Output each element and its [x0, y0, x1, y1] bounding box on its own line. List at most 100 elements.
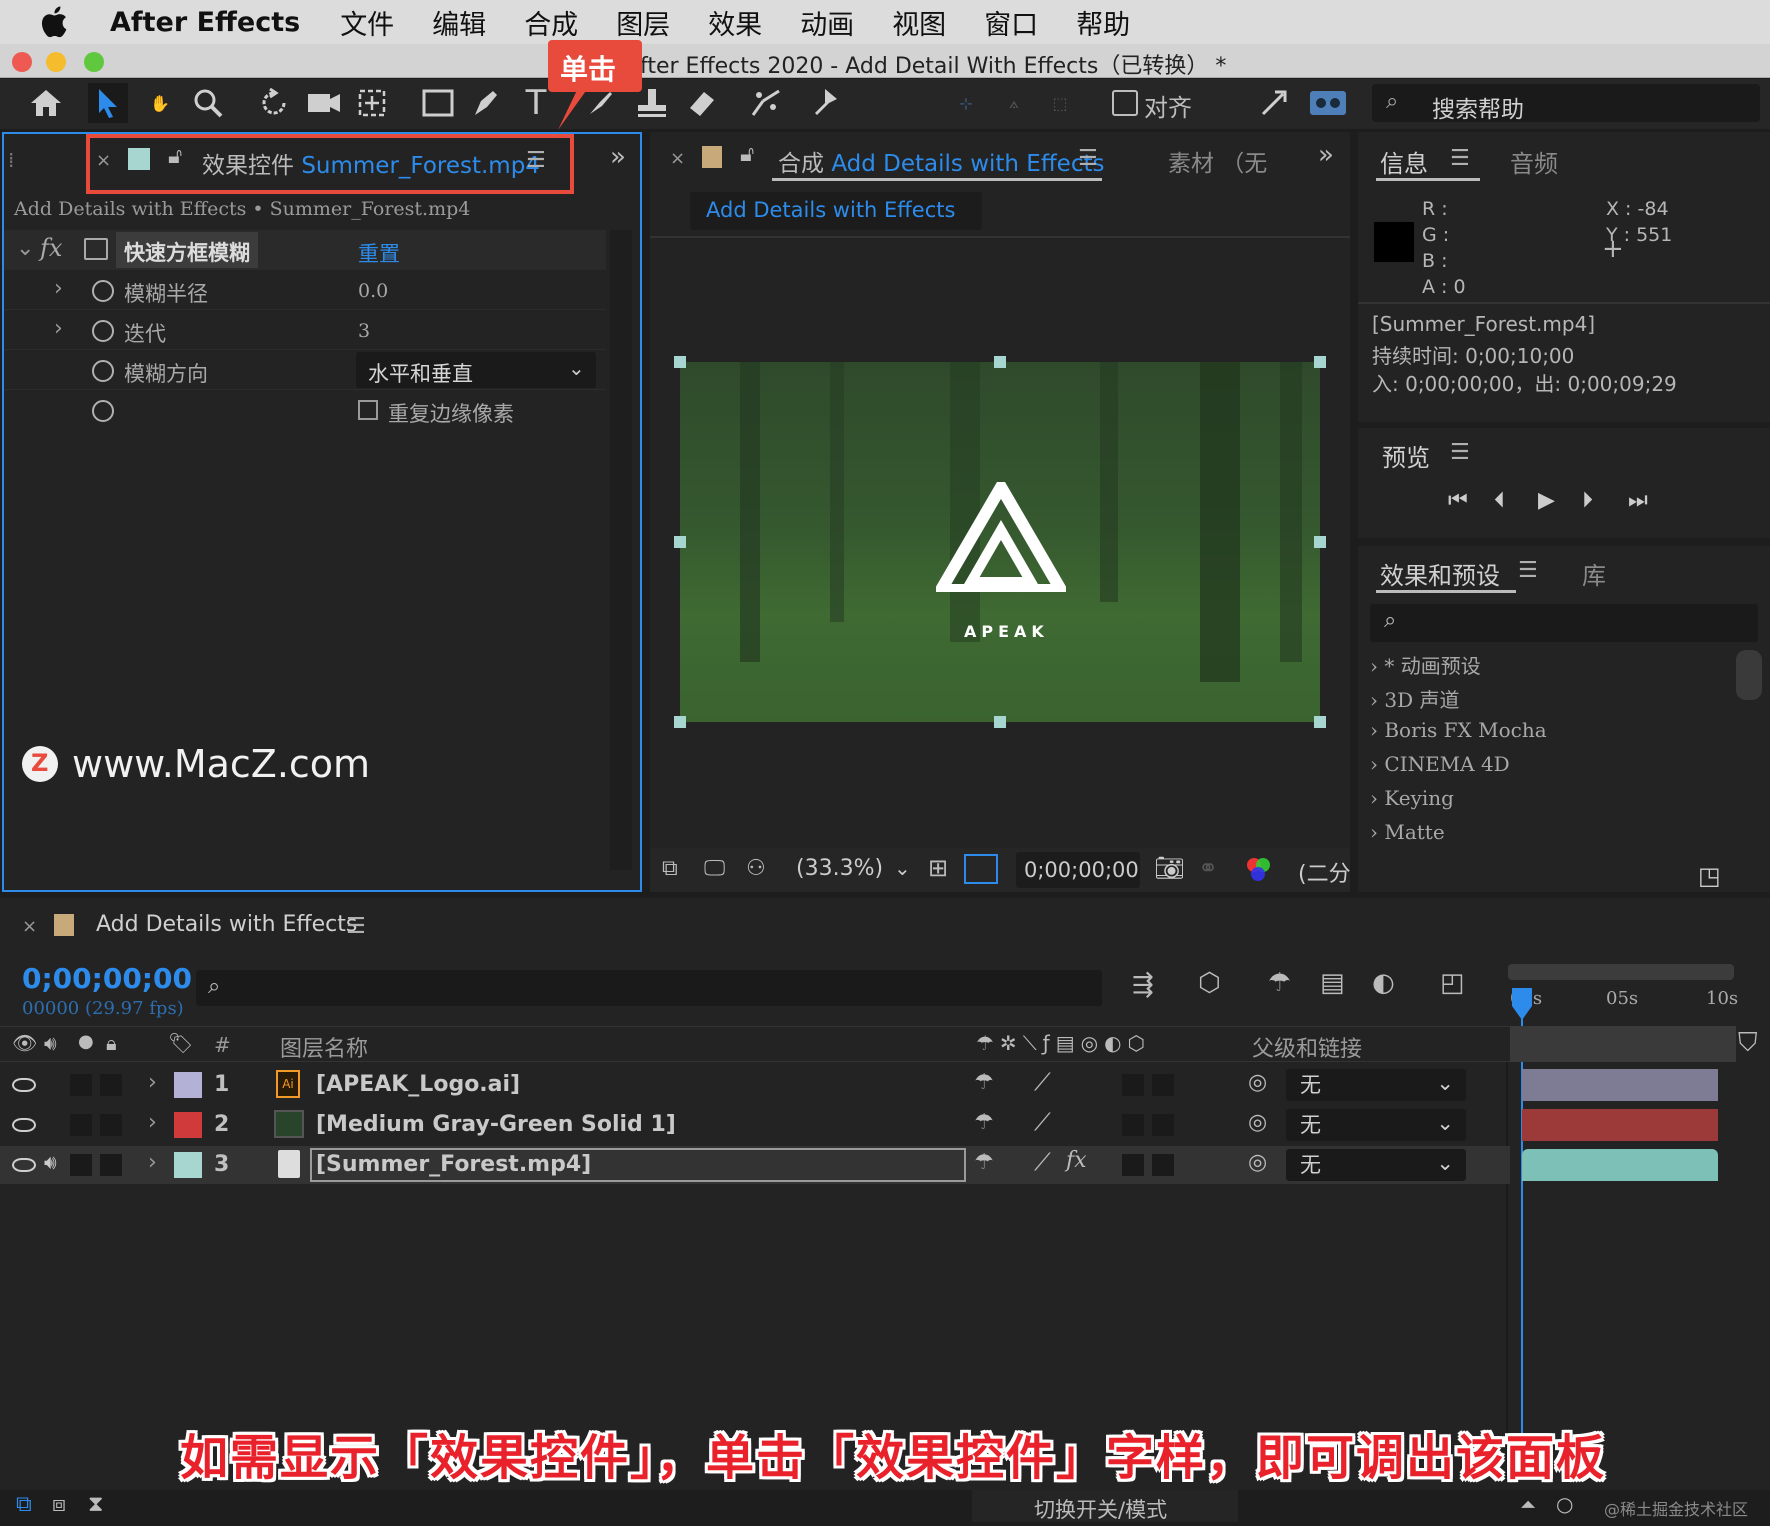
pen-tool-icon[interactable] — [466, 83, 506, 123]
panel-menu-icon[interactable]: ☰ — [1450, 440, 1470, 465]
pickwhip-icon[interactable]: ◎ — [1248, 1150, 1267, 1175]
pickwhip-icon[interactable]: ◎ — [1248, 1110, 1267, 1135]
transform-handle[interactable] — [1314, 356, 1326, 368]
list-item[interactable]: › Boris FX Mocha — [1370, 718, 1547, 742]
search-help-field[interactable]: ⌕ 搜索帮助 — [1372, 84, 1760, 123]
switch-box[interactable] — [1152, 1154, 1174, 1176]
new-folder-icon[interactable]: ◳ — [1698, 862, 1721, 890]
transform-handle[interactable] — [994, 716, 1006, 728]
workspace-icon[interactable] — [1308, 83, 1348, 123]
camera-tool-icon[interactable] — [304, 83, 344, 123]
puppet-pin-tool-icon[interactable] — [806, 83, 846, 123]
menu-edit[interactable]: 编辑 — [432, 3, 486, 42]
expand-panels-icon[interactable]: » — [610, 142, 626, 172]
label-color-swatch[interactable] — [174, 1112, 202, 1138]
comp-marker-bin-icon[interactable]: ⛉ — [1738, 1028, 1758, 1059]
comp-navigator-button[interactable]: Add Details with Effects — [690, 192, 982, 230]
modes-pane-icon[interactable]: ⧈ — [52, 1492, 66, 1517]
eye-icon[interactable] — [12, 1158, 36, 1172]
zoom-out-icon[interactable]: ⏶ — [1520, 1492, 1536, 1516]
align-checkbox[interactable] — [1112, 90, 1138, 116]
shy-layers-icon[interactable]: ☂ — [1268, 968, 1291, 998]
quality-switch-icon[interactable]: ⟋ — [1034, 1108, 1051, 1136]
stopwatch-icon[interactable] — [92, 280, 114, 302]
lock-toggle[interactable] — [100, 1074, 122, 1096]
solo-toggle[interactable] — [70, 1114, 92, 1136]
expand-chevron-icon[interactable]: › — [54, 316, 63, 341]
table-row[interactable]: › 2 [Medium Gray-Green Solid 1] ☂ ⟋ ◎ 无 ⌄ — [0, 1106, 1510, 1144]
panel-menu-icon[interactable]: ☰ — [1518, 558, 1538, 583]
label-color-swatch[interactable] — [174, 1152, 202, 1178]
draft-3d-icon[interactable]: ⬡ — [1198, 968, 1221, 998]
tab-library[interactable]: 库 — [1582, 556, 1606, 591]
expand-chevron-icon[interactable]: › — [148, 1110, 157, 1135]
transform-handle[interactable] — [994, 356, 1006, 368]
lock-icon[interactable]: 🔓︎ — [740, 142, 754, 167]
time-navigator[interactable] — [1510, 1026, 1736, 1062]
close-window-button[interactable] — [12, 52, 32, 72]
list-item[interactable]: › Keying — [1370, 786, 1454, 810]
parent-dropdown[interactable]: 无 ⌄ — [1286, 1149, 1466, 1181]
home-icon[interactable] — [26, 83, 66, 123]
switch-box[interactable] — [1122, 1114, 1144, 1136]
layer-search-input[interactable]: ⌕ — [196, 970, 1102, 1006]
snapping-icon[interactable] — [1254, 83, 1294, 123]
switch-box[interactable] — [1152, 1114, 1174, 1136]
switch-box[interactable] — [1152, 1074, 1174, 1096]
lock-icon[interactable]: 🔒︎ — [106, 1031, 117, 1055]
lock-toggle[interactable] — [100, 1154, 122, 1176]
roto-brush-tool-icon[interactable] — [746, 83, 786, 123]
comp-mini-flowchart-icon[interactable]: ⇶ — [1132, 970, 1154, 1000]
solo-icon[interactable]: ● — [78, 1031, 94, 1052]
zoom-tool-icon[interactable] — [188, 83, 228, 123]
quality-switch-icon[interactable]: ⟋ — [1034, 1068, 1051, 1096]
minimize-window-button[interactable] — [46, 52, 66, 72]
label-tag-icon[interactable]: 🏷︎ — [168, 1031, 193, 1055]
current-time-field[interactable]: 0;00;00;00 — [1016, 852, 1140, 888]
close-tab-icon[interactable]: × — [96, 150, 111, 171]
property-value[interactable]: 0.0 — [358, 280, 388, 302]
transform-handle[interactable] — [1314, 536, 1326, 548]
expand-chevron-icon[interactable]: › — [148, 1150, 157, 1175]
layer-switches-icon[interactable]: ⧉ — [16, 1492, 32, 1517]
play-icon[interactable]: ▶ — [1538, 488, 1555, 513]
quality-switch-icon[interactable]: ⟋ — [1034, 1148, 1051, 1176]
list-item[interactable]: › 3D 声道 — [1370, 684, 1459, 713]
eraser-tool-icon[interactable] — [682, 83, 722, 123]
expand-chevron-icon[interactable]: › — [54, 276, 63, 301]
list-item[interactable]: › CINEMA 4D — [1370, 752, 1510, 776]
color-channels-icon[interactable] — [1244, 856, 1272, 884]
fx-icon[interactable]: fx — [40, 234, 62, 262]
panel-menu-icon[interactable]: ☰ — [1450, 146, 1470, 171]
stopwatch-icon[interactable] — [92, 400, 114, 422]
blur-direction-dropdown[interactable]: 水平和垂直 ⌄ — [356, 352, 596, 388]
solo-toggle[interactable] — [70, 1154, 92, 1176]
list-item[interactable]: › Matte — [1370, 820, 1445, 844]
stopwatch-icon[interactable] — [92, 320, 114, 342]
expand-chevron-icon[interactable]: › — [148, 1070, 157, 1095]
layer-name[interactable]: [Summer_Forest.mp4] — [316, 1152, 591, 1177]
list-item[interactable]: › * 动画预设 — [1370, 650, 1481, 679]
previous-frame-icon[interactable]: ⏴︎ — [1494, 488, 1505, 513]
zoom-level[interactable]: (33.3%) — [796, 856, 883, 881]
zoom-window-button[interactable] — [84, 52, 104, 72]
timeline-current-time[interactable]: 0;00;00;00 — [22, 962, 192, 995]
tab-audio[interactable]: 音频 — [1510, 144, 1558, 179]
composition-tab[interactable]: 合成 Add Details with Effects — [778, 144, 1104, 178]
menu-layer[interactable]: 图层 — [616, 3, 670, 42]
effect-controls-tab[interactable]: 效果控件 Summer_Forest.mp4 — [202, 146, 540, 180]
show-snapshot-icon[interactable]: ⚭ — [1198, 854, 1218, 882]
layer-duration-bar[interactable] — [1522, 1069, 1718, 1101]
toggle-switches-modes-button[interactable]: 切换开关/模式 — [972, 1490, 1238, 1522]
col-layer-name[interactable]: 图层名称 — [280, 1031, 368, 1063]
audio-toggle-icon[interactable]: 🔊︎ — [44, 1031, 57, 1055]
always-preview-icon[interactable]: ⧉ — [662, 856, 678, 881]
menu-effect[interactable]: 效果 — [708, 3, 762, 42]
expand-panels-icon[interactable]: » — [1318, 140, 1334, 170]
panel-menu-icon[interactable]: ☰ — [1078, 146, 1098, 171]
eye-icon[interactable] — [12, 1078, 36, 1092]
menu-view[interactable]: 视图 — [892, 3, 946, 42]
menu-help[interactable]: 帮助 — [1076, 3, 1130, 42]
video-toggle-icon[interactable]: 👁︎ — [12, 1031, 37, 1055]
chevron-down-icon[interactable]: ⌄ — [894, 856, 911, 880]
